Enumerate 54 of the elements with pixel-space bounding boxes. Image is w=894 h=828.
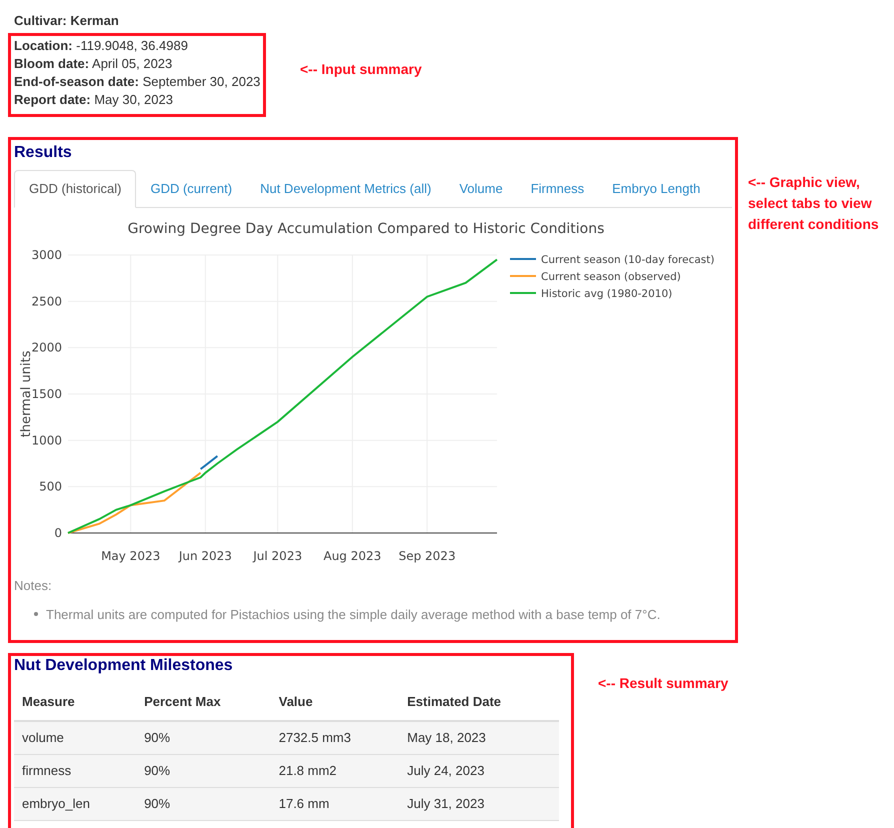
y-tick-label: 2500 bbox=[31, 294, 62, 308]
results-heading: Results bbox=[14, 143, 73, 163]
notes-label: Notes: bbox=[14, 577, 53, 595]
table-cell: 90% bbox=[136, 754, 271, 787]
table-cell: 2732.5 mm3 bbox=[270, 721, 400, 754]
x-tick-label: Aug 2023 bbox=[324, 549, 382, 563]
note-text: Thermal units are computed for Pistachios using the simple daily average method with a base temp of 7°C. bbox=[46, 606, 660, 624]
x-tick-label: Jul 2023 bbox=[253, 549, 302, 563]
table-cell: embryo_len bbox=[14, 787, 136, 820]
y-tick-label: 0 bbox=[54, 526, 62, 540]
y-tick-label: 500 bbox=[39, 480, 62, 494]
table-cell: July 24, 2023 bbox=[399, 754, 559, 787]
tab[interactable]: GDD (historical) bbox=[14, 170, 136, 208]
tab[interactable]: Firmness bbox=[516, 170, 598, 207]
x-tick-label: Sep 2023 bbox=[398, 549, 456, 563]
bullet-icon bbox=[34, 612, 38, 616]
annotation-label: <-- Graphic view, bbox=[748, 173, 861, 192]
legend-label: Current season (observed) bbox=[541, 271, 681, 283]
y-tick-label: 3000 bbox=[31, 248, 62, 262]
y-tick-label: 1500 bbox=[31, 387, 62, 401]
table-cell: 21.8 mm2 bbox=[270, 754, 400, 787]
x-tick-label: Jun 2023 bbox=[178, 549, 232, 563]
table-cell: May 18, 2023 bbox=[399, 721, 559, 754]
column-header: Measure bbox=[14, 684, 136, 721]
summary-line: Location: -119.9048, 36.4989 bbox=[14, 38, 189, 54]
annotation-label: select tabs to view bbox=[748, 194, 873, 213]
tab[interactable]: Embryo Length bbox=[598, 170, 714, 207]
milestones-heading: Nut Development Milestones bbox=[14, 656, 234, 676]
column-header: Value bbox=[270, 684, 400, 721]
table-cell: 90% bbox=[136, 721, 271, 754]
annotation-label: <-- Input summary bbox=[300, 60, 422, 79]
tab[interactable]: Nut Development Metrics (all) bbox=[246, 170, 446, 207]
column-header: Percent Max bbox=[136, 684, 271, 721]
table-cell: 17.6 mm bbox=[270, 787, 400, 820]
table-cell: volume bbox=[14, 721, 136, 754]
chart-title: Growing Degree Day Accumulation Compared to Historic Conditions bbox=[128, 221, 604, 237]
annotation-label: different conditions bbox=[748, 215, 879, 234]
table-cell: 90% bbox=[136, 787, 271, 820]
tab[interactable]: GDD (current) bbox=[136, 170, 246, 207]
legend-label: Current season (10-day forecast) bbox=[541, 254, 714, 266]
tab[interactable]: Volume bbox=[445, 170, 517, 207]
legend-label: Historic avg (1980-2010) bbox=[541, 288, 672, 300]
summary-line: End-of-season date: September 30, 2023 bbox=[14, 74, 260, 90]
table-cell: July 31, 2023 bbox=[399, 787, 559, 820]
cultivar-heading: Cultivar: Kerman bbox=[14, 12, 120, 30]
summary-line: Report date: May 30, 2023 bbox=[14, 92, 174, 108]
summary-line: Bloom date: April 05, 2023 bbox=[14, 56, 174, 72]
y-tick-label: 2000 bbox=[31, 340, 62, 355]
x-tick-label: May 2023 bbox=[101, 549, 160, 563]
table-cell: firmness bbox=[14, 754, 136, 787]
annotation-label: <-- Result summary bbox=[598, 674, 728, 693]
y-tick-label: 1000 bbox=[31, 433, 62, 448]
y-axis-label: thermal units bbox=[19, 350, 34, 438]
column-header: Estimated Date bbox=[399, 684, 559, 721]
